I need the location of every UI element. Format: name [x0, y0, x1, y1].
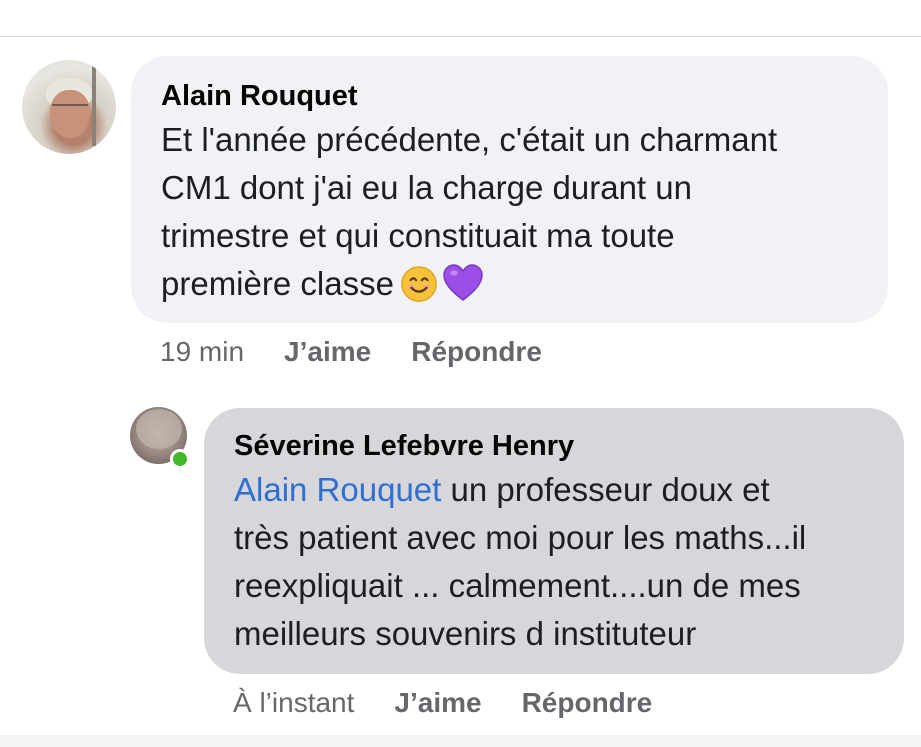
online-status-icon: [170, 449, 190, 469]
divider: [0, 36, 921, 37]
reply-button[interactable]: Répondre: [411, 336, 542, 368]
reply-line-first: Alain Rouquet un professeur doux et: [234, 466, 874, 514]
reply-line: meilleurs souvenirs d instituteur: [234, 615, 697, 652]
avatar-hair: [136, 409, 182, 449]
avatar-background: [92, 66, 96, 146]
comment-thread: Alain Rouquet Et l'année précédente, c'é…: [0, 0, 921, 747]
comment-line: CM1 dont j'ai eu la charge durant un: [161, 169, 692, 206]
purple-heart-emoji-icon: [443, 264, 483, 301]
reply-author-name[interactable]: Séverine Lefebvre Henry: [234, 428, 874, 464]
like-button[interactable]: J’aime: [284, 336, 371, 368]
comment-line: première classe: [161, 265, 394, 302]
reply-text: Alain Rouquet un professeur doux et très…: [234, 466, 874, 658]
reply-button[interactable]: Répondre: [522, 687, 653, 719]
avatar-glasses: [52, 104, 88, 114]
comment-line: trimestre et qui constituait ma toute: [161, 217, 675, 254]
smiling-face-emoji-icon: [401, 266, 437, 302]
reply-actions: À l’instant J’aime Répondre: [233, 687, 692, 719]
bottom-divider: [0, 735, 921, 747]
comment-timestamp[interactable]: 19 min: [160, 336, 244, 368]
comment-line-last: première classe: [161, 260, 858, 308]
comment-line: Et l'année précédente, c'était un charma…: [161, 121, 778, 158]
reply-line: reexpliquait ... calmement....un de mes: [234, 567, 801, 604]
comment-bubble[interactable]: Alain Rouquet Et l'année précédente, c'é…: [131, 56, 888, 323]
reply-timestamp[interactable]: À l’instant: [233, 687, 354, 719]
avatar-face: [50, 90, 90, 138]
comment-actions: 19 min J’aime Répondre: [160, 336, 582, 368]
reply-line: très patient avec moi pour les maths...i…: [234, 519, 807, 556]
reply-bubble[interactable]: Séverine Lefebvre Henry Alain Rouquet un…: [204, 408, 904, 674]
like-button[interactable]: J’aime: [394, 687, 481, 719]
reply-line: un professeur doux et: [441, 471, 770, 508]
comment-text: Et l'année précédente, c'était un charma…: [161, 116, 858, 308]
avatar[interactable]: [22, 60, 116, 154]
comment-author-name[interactable]: Alain Rouquet: [161, 78, 858, 114]
mention-link[interactable]: Alain Rouquet: [234, 471, 441, 508]
